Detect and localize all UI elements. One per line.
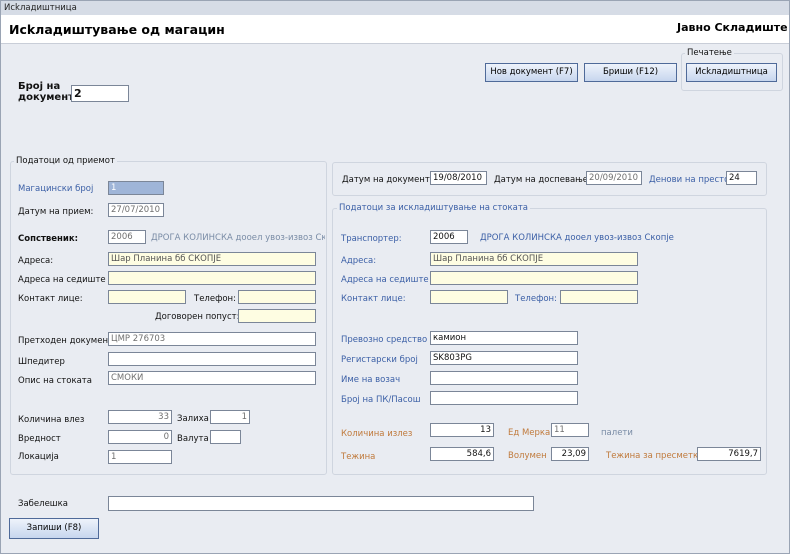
new-document-button[interactable]: Нов документ (F7): [485, 63, 578, 82]
issue-hq-field[interactable]: [430, 271, 638, 285]
plate-label: Регистарски број: [341, 355, 418, 365]
unit-label: Ед Мерка: [508, 428, 551, 438]
address-field[interactable]: Шар Планина бб СКОПЈЕ: [108, 252, 316, 266]
vehicle-field[interactable]: камион: [430, 331, 578, 345]
weight-label: Тежина: [341, 452, 376, 462]
contact-label: Контакт лице:: [18, 294, 83, 304]
carrier-label: Транспортер:: [341, 234, 402, 244]
issue-print-button[interactable]: Исkладиштница: [686, 63, 777, 82]
forwarder-field[interactable]: [108, 352, 316, 366]
issue-phone-label: Телефон:: [515, 294, 557, 304]
delete-button[interactable]: Бриши (F12): [584, 63, 677, 82]
value-label: Вредност: [18, 434, 61, 444]
driver-label: Име на возач: [341, 375, 401, 385]
discount-label: Договорен попуст:: [155, 312, 240, 322]
company-name: Јавно Складиште: [677, 21, 788, 34]
reception-group-label: Податоци од приемот: [14, 156, 117, 166]
unit-name: палети: [601, 428, 633, 438]
location-label: Локација: [18, 452, 59, 462]
passport-label: Број на ПК/Пасош: [341, 395, 421, 405]
calc-weight-label: Тежина за пресметка: [606, 451, 704, 461]
window-title: Исkладиштница: [4, 3, 77, 13]
doc-number-input[interactable]: 2: [71, 85, 129, 102]
unit-field[interactable]: 11: [551, 423, 589, 437]
hq-address-label: Адреса на седиште :: [18, 275, 112, 285]
phone-label: Телефон:: [194, 294, 236, 304]
doc-date-label: Датум на документ:: [342, 175, 433, 185]
stock-field[interactable]: 1: [210, 410, 250, 424]
discount-field[interactable]: [238, 309, 316, 323]
issue-phone-field[interactable]: [560, 290, 638, 304]
goods-field[interactable]: СМОКИ: [108, 371, 316, 385]
warehouse-no-label: Магацински број: [18, 184, 94, 194]
due-date-label: Датум на доспевање:: [494, 175, 591, 185]
doc-number-label: Број на документ: [18, 81, 74, 103]
issue-hq-label: Адреса на седиште :: [341, 275, 435, 285]
calc-weight-field[interactable]: 7619,7: [697, 447, 761, 461]
owner-label: Сопственик:: [18, 234, 79, 244]
passport-field[interactable]: [430, 391, 578, 405]
note-field[interactable]: [108, 496, 534, 511]
page-title: Исkладиштување од магацин: [9, 22, 225, 37]
hq-address-field[interactable]: [108, 271, 316, 285]
qty-out-field[interactable]: 13: [430, 423, 494, 437]
print-group-label: Печатење: [685, 48, 734, 58]
volume-label: Волумен: [508, 451, 547, 461]
driver-field[interactable]: [430, 371, 578, 385]
qty-out-label: Количина излез: [341, 429, 413, 439]
due-date-field[interactable]: 20/09/2010: [586, 171, 642, 185]
issue-window: Исkладиштница Исkладиштување од магацин …: [0, 0, 790, 554]
window-titlebar: Исkладиштница: [1, 1, 789, 16]
plate-field[interactable]: SK803PG: [430, 351, 578, 365]
issue-contact-field[interactable]: [430, 290, 508, 304]
value-field[interactable]: 0: [108, 430, 172, 444]
carrier-name: ДРОГА КОЛИНСКА дооел увоз-извоз Скопје: [480, 233, 674, 243]
weight-field[interactable]: 584,6: [430, 447, 494, 461]
location-field[interactable]: 1: [108, 450, 172, 464]
prev-doc-field[interactable]: ЦМР 276703: [108, 332, 316, 346]
volume-field[interactable]: 23,09: [551, 447, 589, 461]
currency-label: Валута: [177, 434, 209, 444]
forwarder-label: Шпедитер: [18, 357, 65, 367]
issue-address-label: Адреса:: [341, 256, 377, 266]
stock-label: Залиха: [177, 414, 209, 424]
warehouse-no-field[interactable]: 1: [108, 181, 164, 195]
prev-doc-label: Претходен документ: [18, 336, 113, 346]
storage-days-label: Денови на престој: [649, 175, 732, 185]
doc-date-field[interactable]: 19/08/2010: [430, 171, 487, 185]
owner-name: ДРОГА КОЛИНСКА дооел увоз-извоз Скоп: [151, 233, 325, 243]
save-button[interactable]: Запиши (F8): [9, 518, 99, 539]
issue-group-label: Податоци за искладиштување на стоката: [337, 203, 530, 213]
qty-in-label: Количина влез: [18, 415, 85, 425]
currency-field[interactable]: [210, 430, 241, 444]
reception-date-label: Датум на прием:: [18, 207, 94, 217]
owner-code-field[interactable]: 2006: [108, 230, 146, 244]
note-label: Забелешка: [18, 499, 68, 509]
issue-address-field[interactable]: Шар Планина бб СКОПЈЕ: [430, 252, 638, 266]
phone-field[interactable]: [238, 290, 316, 304]
goods-label: Опис на стоката: [18, 376, 92, 386]
storage-days-field[interactable]: 24: [726, 171, 757, 185]
qty-in-field[interactable]: 33: [108, 410, 172, 424]
issue-contact-label: Контакт лице:: [341, 294, 406, 304]
address-label: Адреса:: [18, 256, 54, 266]
vehicle-label: Превозно средство: [341, 335, 428, 345]
contact-field[interactable]: [108, 290, 186, 304]
carrier-code-field[interactable]: 2006: [430, 230, 468, 244]
reception-date-field[interactable]: 27/07/2010: [108, 203, 164, 217]
